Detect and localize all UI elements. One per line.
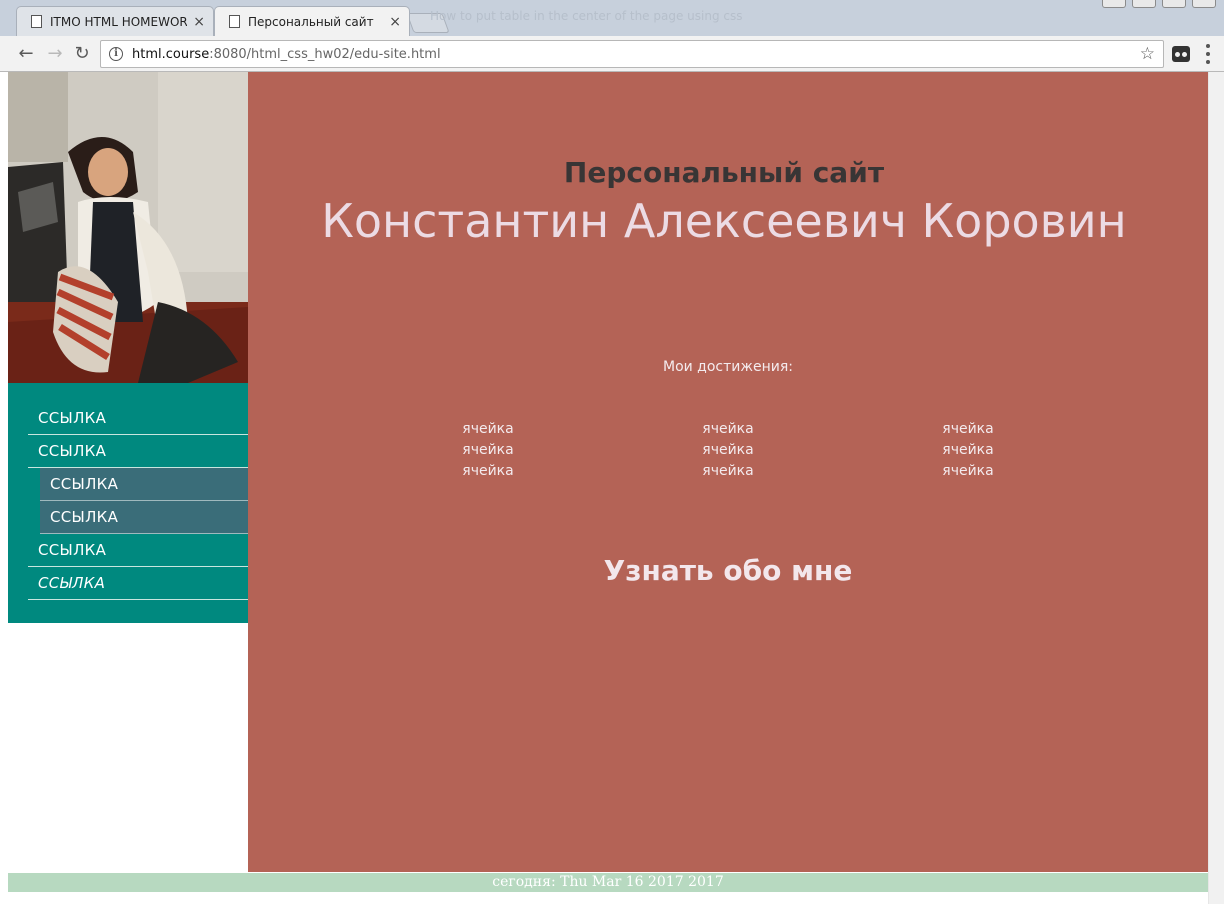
- minimize-button[interactable]: [1102, 0, 1126, 8]
- table-cell: ячейка: [702, 441, 754, 458]
- tab-personal-site[interactable]: Персональный сайт ×: [214, 6, 410, 36]
- document-icon: [31, 15, 42, 28]
- nav-link-4[interactable]: ССЫЛКА: [28, 567, 248, 600]
- page-viewport: ССЫЛКА ССЫЛКА ССЫЛКА ССЫЛКА ССЫЛКА ССЫЛК…: [0, 72, 1224, 904]
- main-content: Персональный сайт Константин Алексеевич …: [248, 72, 1208, 872]
- window-close-button[interactable]: [1192, 0, 1216, 8]
- achievements-label: Мои достижения:: [662, 359, 793, 375]
- document-icon: [229, 15, 240, 28]
- tab-strip: ITMO HTML HOMEWORK × Персональный сайт ×…: [0, 0, 1224, 36]
- address-bar[interactable]: i html.course:8080/html_css_hw02/edu-sit…: [100, 40, 1164, 68]
- extension-icon[interactable]: [1172, 46, 1190, 62]
- forward-button[interactable]: →: [43, 42, 67, 66]
- page-title: Константин Алексеевич Коровин: [321, 194, 1127, 248]
- achievements-table: ячейка ячейка ячейка ячейка ячейка ячейк…: [368, 418, 1088, 481]
- about-me-link[interactable]: Узнать обо мне: [248, 554, 1208, 587]
- bookmark-star-icon[interactable]: ☆: [1140, 44, 1155, 64]
- table-row: ячейка ячейка ячейка: [368, 460, 1088, 481]
- table-cell: ячейка: [702, 462, 754, 479]
- browser-menu-icon[interactable]: [1206, 44, 1210, 64]
- tab-itmo-homework[interactable]: ITMO HTML HOMEWORK ×: [16, 6, 214, 36]
- info-icon[interactable]: i: [109, 47, 123, 61]
- browser-chrome: ITMO HTML HOMEWORK × Персональный сайт ×…: [0, 0, 1224, 72]
- footer-date: сегодня: Thu Mar 16 2017 2017: [8, 873, 1208, 892]
- back-button[interactable]: ←: [14, 42, 38, 66]
- portrait-image: [8, 72, 248, 383]
- table-cell: ячейка: [462, 462, 514, 479]
- nav-link-2[interactable]: ССЫЛКА: [28, 435, 248, 468]
- nav-sublink-2[interactable]: ССЫЛКА: [40, 501, 248, 534]
- tab-title: ITMO HTML HOMEWORK: [50, 14, 188, 29]
- table-cell: ячейка: [942, 420, 994, 437]
- maximize-button[interactable]: [1132, 0, 1156, 8]
- table-cell: ячейка: [702, 420, 754, 437]
- url-path: :8080/html_css_hw02/edu-site.html: [209, 46, 441, 62]
- table-cell: ячейка: [462, 420, 514, 437]
- restore-button[interactable]: [1162, 0, 1186, 8]
- table-row: ячейка ячейка ячейка: [368, 418, 1088, 439]
- table-cell: ячейка: [942, 441, 994, 458]
- portrait-painting: [8, 72, 248, 383]
- nav-link-1[interactable]: ССЫЛКА: [28, 402, 248, 435]
- background-window-text: How to put table in the center of the pa…: [430, 9, 743, 23]
- close-icon[interactable]: ×: [389, 14, 401, 30]
- close-icon[interactable]: ×: [193, 14, 205, 30]
- sidebar-nav: ССЫЛКА ССЫЛКА ССЫЛКА ССЫЛКА ССЫЛКА ССЫЛК…: [28, 402, 248, 600]
- nav-sublink-1[interactable]: ССЫЛКА: [40, 468, 248, 501]
- browser-toolbar: ← → ↻ i html.course:8080/html_css_hw02/e…: [0, 36, 1224, 72]
- table-cell: ячейка: [942, 462, 994, 479]
- table-row: ячейка ячейка ячейка: [368, 439, 1088, 460]
- site-subtitle: Персональный сайт: [563, 156, 885, 189]
- table-cell: ячейка: [462, 441, 514, 458]
- tab-title: Персональный сайт: [248, 14, 374, 29]
- url-host: html.course: [132, 46, 210, 62]
- page-scrollbar[interactable]: [1208, 72, 1224, 904]
- reload-button[interactable]: ↻: [70, 42, 94, 66]
- nav-link-3[interactable]: ССЫЛКА: [28, 534, 248, 567]
- sidebar: ССЫЛКА ССЫЛКА ССЫЛКА ССЫЛКА ССЫЛКА ССЫЛК…: [8, 72, 248, 623]
